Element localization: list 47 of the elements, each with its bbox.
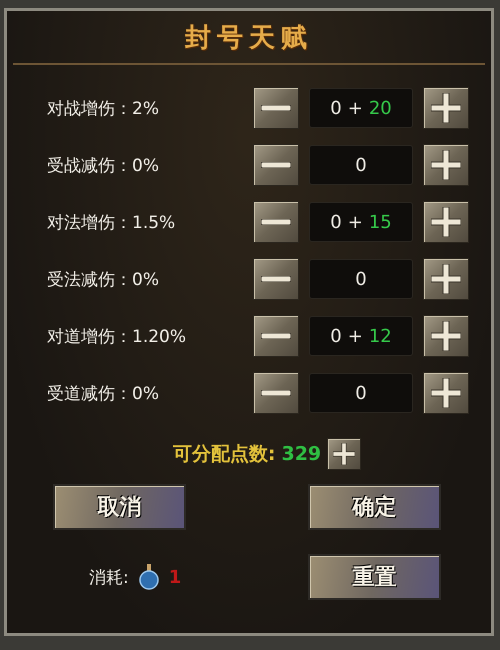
talent-label: 受法减伤：0% <box>47 268 160 290</box>
talent-value: 0 + 20 <box>309 88 413 128</box>
talent-value: 0 <box>309 373 413 413</box>
confirm-button[interactable]: 确定 <box>308 484 441 530</box>
decrease-button[interactable] <box>253 87 299 129</box>
plus-icon <box>431 207 461 237</box>
decrease-button[interactable] <box>253 372 299 414</box>
talent-label: 对战增伤：2% <box>47 98 160 120</box>
minus-icon <box>261 219 291 225</box>
increase-button[interactable] <box>423 144 469 186</box>
minus-icon <box>261 162 291 168</box>
increase-button[interactable] <box>423 258 469 300</box>
talent-label: 受道减伤：0% <box>47 382 160 404</box>
decrease-button[interactable] <box>253 315 299 357</box>
plus-icon <box>431 264 461 294</box>
decrease-button[interactable] <box>253 201 299 243</box>
minus-icon <box>261 276 291 282</box>
increase-button[interactable] <box>423 201 469 243</box>
talent-value: 0 + 15 <box>309 202 413 242</box>
plus-icon <box>333 443 356 465</box>
decrease-button[interactable] <box>253 258 299 300</box>
points-value: 329 <box>281 443 322 465</box>
minus-icon <box>261 390 291 396</box>
cost-label: 消耗: <box>89 566 129 588</box>
increase-button[interactable] <box>423 315 469 357</box>
reset-button[interactable]: 重置 <box>308 554 441 600</box>
talent-label: 对道增伤：1.20% <box>47 326 188 348</box>
plus-icon <box>431 378 461 408</box>
talent-label: 受战减伤：0% <box>47 154 160 176</box>
potion-icon <box>138 564 159 590</box>
talent-label: 对法增伤：1.5% <box>47 212 176 234</box>
plus-icon <box>431 150 461 180</box>
points-label: 可分配点数: <box>172 442 276 467</box>
increase-button[interactable] <box>423 87 469 129</box>
plus-icon <box>431 321 461 351</box>
talent-value: 0 <box>309 259 413 299</box>
minus-icon <box>261 333 291 339</box>
decrease-button[interactable] <box>253 144 299 186</box>
panel-title: 封号天赋 <box>185 22 313 54</box>
add-points-button[interactable] <box>327 438 362 470</box>
talent-value: 0 + 12 <box>309 316 413 356</box>
minus-icon <box>261 105 291 111</box>
plus-icon <box>431 93 461 123</box>
cancel-button[interactable]: 取消 <box>53 484 186 530</box>
cost-value: 1 <box>168 566 182 588</box>
increase-button[interactable] <box>423 372 469 414</box>
talent-value: 0 <box>309 145 413 185</box>
